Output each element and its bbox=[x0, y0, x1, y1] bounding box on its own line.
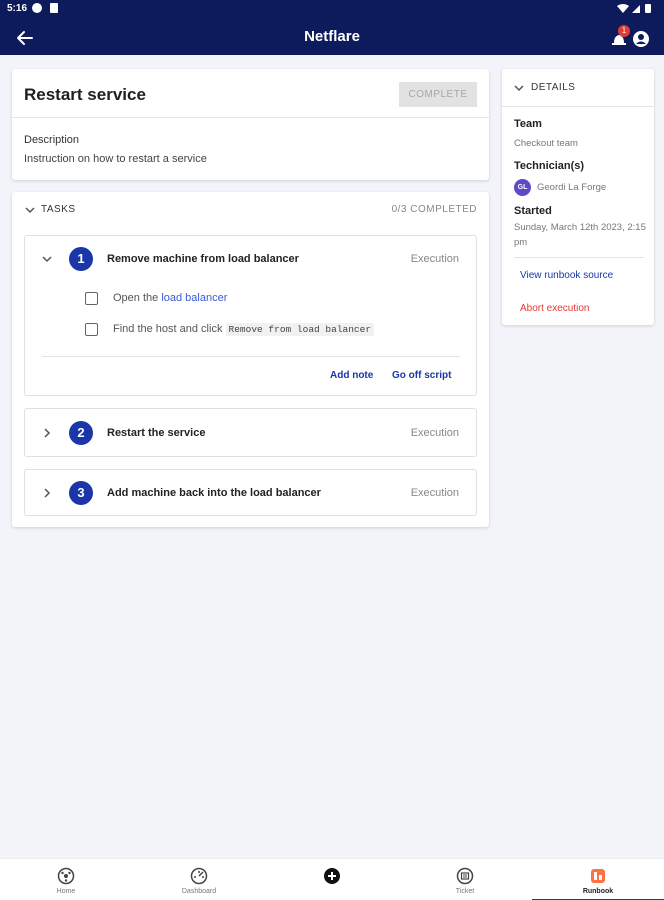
status-storage-icon bbox=[50, 3, 58, 13]
team-value: Checkout team bbox=[514, 138, 578, 149]
chevron-right-icon[interactable] bbox=[41, 427, 53, 439]
status-signal-icon bbox=[617, 4, 651, 13]
nav-label: Runbook bbox=[582, 888, 614, 895]
task-number: 3 bbox=[69, 481, 93, 505]
tasks-completed-count: 0/3 COMPLETED bbox=[391, 204, 477, 215]
details-card: DETAILS Team Checkout team Technician(s)… bbox=[502, 69, 654, 325]
runbook-icon bbox=[591, 869, 605, 883]
task-title[interactable]: Add machine back into the load balancer bbox=[107, 487, 321, 499]
task-status: Execution bbox=[410, 253, 459, 265]
bottom-navigation: Home Dashboard Ticket Runbook bbox=[0, 858, 664, 900]
chevron-down-icon[interactable] bbox=[41, 253, 53, 265]
nav-item-home[interactable]: Home bbox=[0, 859, 132, 900]
task-item: 1 Remove machine from load balancer Exec… bbox=[24, 235, 477, 396]
task-number: 2 bbox=[69, 421, 93, 445]
nav-label: Ticket bbox=[455, 888, 475, 895]
status-time: 5:16 bbox=[7, 3, 28, 14]
task-item[interactable]: 2 Restart the service Execution bbox=[24, 408, 477, 457]
details-label: DETAILS bbox=[531, 82, 576, 93]
notification-badge: 1 bbox=[618, 25, 630, 37]
task-number: 1 bbox=[69, 247, 93, 271]
step-text: Open the load balancer bbox=[113, 292, 227, 304]
nav-item-add[interactable] bbox=[266, 859, 398, 900]
go-off-script-button[interactable]: Go off script bbox=[392, 370, 451, 381]
task-title[interactable]: Restart the service bbox=[107, 427, 205, 439]
view-runbook-source-link[interactable]: View runbook source bbox=[520, 270, 613, 281]
task-title[interactable]: Remove machine from load balancer bbox=[107, 253, 299, 265]
page-title: Restart service bbox=[24, 85, 146, 104]
chevron-down-icon bbox=[25, 207, 35, 214]
chevron-right-icon[interactable] bbox=[41, 487, 53, 499]
tasks-label: TASKS bbox=[41, 204, 76, 215]
home-icon bbox=[57, 867, 75, 885]
tasks-header[interactable]: TASKS 0/3 COMPLETED bbox=[12, 192, 489, 228]
ticket-icon bbox=[456, 867, 474, 885]
step-checkbox[interactable] bbox=[85, 323, 98, 336]
runbook-header-card: Restart service COMPLETE Description Ins… bbox=[12, 69, 489, 180]
app-title: Netflare bbox=[304, 28, 360, 45]
tasks-card: TASKS 0/3 COMPLETED 1 Remove machine fro… bbox=[12, 192, 489, 527]
nav-label: Dashboard bbox=[181, 888, 217, 895]
dashboard-icon bbox=[190, 867, 208, 885]
step-text-prefix: Open the bbox=[113, 292, 162, 304]
description-label: Description bbox=[24, 134, 80, 146]
step-text: Find the host and click Remove from load… bbox=[113, 323, 375, 336]
task-status: Execution bbox=[410, 427, 459, 439]
divider bbox=[514, 257, 644, 258]
divider bbox=[42, 356, 460, 357]
step-code: Remove from load balancer bbox=[225, 323, 375, 336]
account-icon[interactable] bbox=[632, 30, 650, 48]
started-label: Started bbox=[514, 205, 552, 217]
task-status: Execution bbox=[410, 487, 459, 499]
chevron-down-icon bbox=[514, 85, 524, 92]
add-note-button[interactable]: Add note bbox=[330, 370, 373, 381]
app-bar-actions: 1 bbox=[610, 25, 652, 50]
add-icon bbox=[324, 868, 340, 884]
nav-label: Home bbox=[56, 888, 76, 895]
task-item[interactable]: 3 Add machine back into the load balance… bbox=[24, 469, 477, 516]
abort-execution-button[interactable]: Abort execution bbox=[520, 303, 590, 314]
started-value: Sunday, March 12th 2023, 2:15 pm bbox=[514, 222, 646, 248]
status-notification-icon bbox=[32, 3, 42, 13]
divider bbox=[12, 117, 489, 118]
team-label: Team bbox=[514, 118, 542, 130]
complete-button[interactable]: COMPLETE bbox=[399, 82, 477, 107]
description-text: Instruction on how to restart a service bbox=[24, 153, 207, 165]
nav-item-dashboard[interactable]: Dashboard bbox=[133, 859, 265, 900]
technicians-label: Technician(s) bbox=[514, 160, 585, 172]
nav-item-runbook[interactable]: Runbook bbox=[532, 859, 664, 900]
status-bar: 5:16 bbox=[0, 0, 664, 18]
details-header[interactable]: DETAILS bbox=[502, 69, 654, 107]
step-text-prefix: Find the host and click bbox=[113, 323, 226, 335]
load-balancer-link[interactable]: load balancer bbox=[161, 292, 227, 304]
technician-name: Geordi La Forge bbox=[537, 182, 607, 193]
avatar: GL bbox=[514, 179, 531, 196]
step-checkbox[interactable] bbox=[85, 292, 98, 305]
app-bar: 5:16 Netflare 1 bbox=[0, 0, 664, 55]
nav-item-ticket[interactable]: Ticket bbox=[399, 859, 531, 900]
